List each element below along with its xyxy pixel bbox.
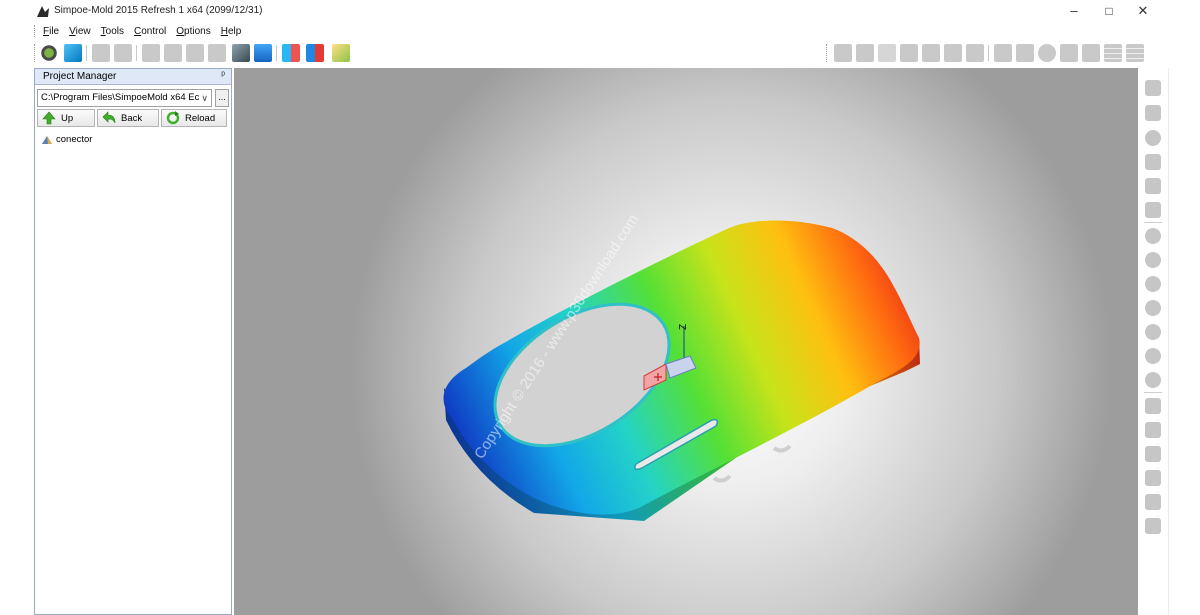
- run-icon[interactable]: [332, 44, 350, 62]
- menu-tools[interactable]: Tools: [101, 26, 124, 37]
- refresh-icon[interactable]: [186, 44, 204, 62]
- view-iso-icon[interactable]: [1145, 228, 1161, 244]
- project-manager-panel: Project Manager ᵖ C:\Program Files\Simpo…: [34, 68, 232, 615]
- render-icon[interactable]: [1145, 398, 1161, 414]
- browse-button[interactable]: ...: [215, 89, 229, 107]
- path-value: C:\Program Files\SimpoeMold x64 Ec: [41, 92, 200, 103]
- up-button[interactable]: Up: [37, 109, 95, 127]
- menu-help[interactable]: Help: [221, 26, 242, 37]
- app-logo-icon: [37, 6, 49, 17]
- menu-control[interactable]: Control: [134, 26, 166, 37]
- 3d-viewport[interactable]: Z Copyright © 2016 - www.p30download.com: [234, 68, 1138, 615]
- back-button-label: Back: [121, 112, 143, 124]
- grid-icon[interactable]: [1060, 44, 1078, 62]
- part-file-icon: [42, 135, 52, 144]
- measure-icon[interactable]: [1145, 470, 1161, 486]
- menu-bar: File View Tools Control Options Help: [34, 22, 251, 40]
- wire-icon[interactable]: [878, 44, 896, 62]
- view-left-icon[interactable]: [1145, 300, 1161, 316]
- project-manager-title: Project Manager: [43, 71, 117, 82]
- select-icon[interactable]: [1145, 105, 1161, 121]
- gates-icon[interactable]: [208, 44, 226, 62]
- open-icon[interactable]: [64, 44, 82, 62]
- part-render: Z Copyright © 2016 - www.p30download.com: [443, 211, 920, 521]
- fit-icon[interactable]: [1145, 178, 1161, 194]
- light-icon[interactable]: [1145, 446, 1161, 462]
- view-top-icon[interactable]: [1145, 348, 1161, 364]
- table-icon[interactable]: [1104, 44, 1122, 62]
- toolbar-separator: [1144, 392, 1162, 393]
- reload-button-label: Reload: [185, 112, 216, 124]
- tree-item-conector[interactable]: conector: [41, 134, 92, 145]
- zoom-icon[interactable]: [1145, 130, 1161, 146]
- part-icon[interactable]: [1082, 44, 1100, 62]
- maximize-button[interactable]: □: [1092, 2, 1126, 20]
- menu-grip: [34, 25, 37, 37]
- table-2-icon[interactable]: [1126, 44, 1144, 62]
- reload-button[interactable]: Reload: [161, 109, 227, 127]
- tree-item-label: conector: [56, 134, 93, 145]
- sphere-icon[interactable]: [1038, 44, 1056, 62]
- view-toolbar: [1138, 68, 1168, 615]
- tree-icon[interactable]: [114, 44, 132, 62]
- pin-icon[interactable]: ᵖ: [221, 70, 225, 81]
- title-bar: Simpoe-Mold 2015 Refresh 1 x64 (2099/12/…: [0, 0, 1200, 22]
- orbit-icon[interactable]: [1145, 202, 1161, 218]
- right-panel-area: [1168, 68, 1200, 615]
- monitor-icon[interactable]: [232, 44, 250, 62]
- toolbar-separator: [988, 45, 989, 61]
- box-icon[interactable]: [900, 44, 918, 62]
- toolbar-grip: [826, 44, 829, 62]
- folder-icon[interactable]: [92, 44, 110, 62]
- part-notch: [772, 444, 792, 453]
- view-front-icon[interactable]: [1145, 252, 1161, 268]
- toolbar-grip: [34, 44, 37, 62]
- project-manager-header: Project Manager ᵖ: [35, 69, 231, 85]
- chart-icon[interactable]: [282, 44, 300, 62]
- chevron-down-icon[interactable]: ∨: [201, 90, 208, 106]
- clip-icon[interactable]: [1145, 422, 1161, 438]
- view-right-icon[interactable]: [1145, 324, 1161, 340]
- menu-view[interactable]: View: [69, 26, 91, 37]
- view-back-icon[interactable]: [1145, 276, 1161, 292]
- mesh-icon[interactable]: [142, 44, 160, 62]
- back-button[interactable]: Back: [97, 109, 159, 127]
- part-notch: [712, 474, 732, 483]
- back-arrow-icon: [102, 111, 116, 124]
- solid-icon[interactable]: [834, 44, 852, 62]
- pan-icon[interactable]: [1145, 154, 1161, 170]
- menu-options[interactable]: Options: [176, 26, 210, 37]
- tool-icon[interactable]: [1145, 518, 1161, 534]
- new-project-icon[interactable]: [40, 44, 58, 62]
- section-icon[interactable]: [1145, 494, 1161, 510]
- simpoe-mold-window: Simpoe-Mold 2015 Refresh 1 x64 (2099/12/…: [0, 0, 1200, 615]
- colors-icon[interactable]: [306, 44, 324, 62]
- toolbar-separator: [276, 45, 277, 61]
- close-button[interactable]: ✕: [1126, 2, 1160, 20]
- display-icon[interactable]: [254, 44, 272, 62]
- path-dropdown[interactable]: C:\Program Files\SimpoeMold x64 Ec ∨: [37, 89, 212, 107]
- node-icon[interactable]: [994, 44, 1012, 62]
- axis-z-label: Z: [678, 324, 689, 330]
- cut-icon[interactable]: [922, 44, 940, 62]
- window-title: Simpoe-Mold 2015 Refresh 1 x64 (2099/12/…: [54, 5, 263, 16]
- minimize-button[interactable]: –: [1057, 2, 1091, 20]
- toolbar-separator: [86, 45, 87, 61]
- rotate-icon[interactable]: [1145, 80, 1161, 96]
- menu-file[interactable]: File: [43, 26, 59, 37]
- toolbar-separator: [136, 45, 137, 61]
- tools-icon[interactable]: [164, 44, 182, 62]
- arrows-icon[interactable]: [1016, 44, 1034, 62]
- toolbar-separator: [1144, 222, 1162, 223]
- fill-icon[interactable]: [966, 44, 984, 62]
- arrow-up-icon: [42, 111, 56, 125]
- navigation-buttons: Up Back Reload: [37, 109, 229, 127]
- path-row: C:\Program Files\SimpoeMold x64 Ec ∨ ...: [37, 89, 229, 107]
- reload-icon: [166, 111, 180, 125]
- shaded-icon[interactable]: [856, 44, 874, 62]
- mold-icon[interactable]: [944, 44, 962, 62]
- up-button-label: Up: [61, 112, 74, 124]
- view-bottom-icon[interactable]: [1145, 372, 1161, 388]
- main-toolbar: [34, 40, 1200, 66]
